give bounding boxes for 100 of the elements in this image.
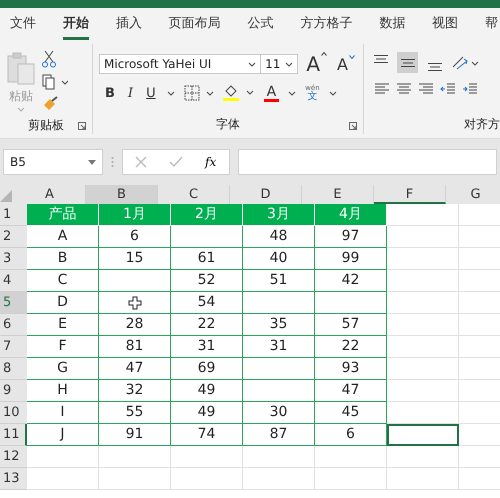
grid-cell — [99, 446, 171, 468]
row-header[interactable]: 8 — [0, 358, 27, 380]
table-cell: 97 — [315, 226, 387, 248]
table-cell: 93 — [315, 358, 387, 380]
caret-icon — [288, 90, 296, 96]
grid-cell — [315, 446, 387, 468]
row-header[interactable]: 1 — [0, 204, 27, 226]
menu-tab[interactable]: 帮 — [485, 8, 498, 40]
row-header[interactable]: 2 — [0, 226, 27, 248]
scissors-icon[interactable] — [42, 50, 56, 68]
name-box[interactable]: B5 — [3, 149, 103, 175]
table-cell: 61 — [171, 248, 243, 270]
formula-input[interactable] — [238, 149, 497, 175]
table-cell: 22 — [315, 336, 387, 358]
table-cell: 49 — [171, 402, 243, 424]
table-cell — [315, 292, 387, 314]
grid-cell — [387, 270, 459, 292]
borders-icon[interactable] — [184, 85, 214, 101]
grid-cell — [387, 336, 459, 358]
column-header[interactable]: G — [446, 185, 500, 204]
table-cell: J — [27, 424, 99, 446]
caret-down-icon — [349, 54, 355, 58]
table-cell: I — [27, 402, 99, 424]
row-header[interactable]: 6 — [0, 314, 27, 336]
cursor-icon — [128, 296, 142, 310]
table-cell: C — [27, 270, 99, 292]
table-cell: 42 — [315, 270, 387, 292]
table-cell: 52 — [171, 270, 243, 292]
font-name-field[interactable]: Microsoft YaHei UI — [99, 54, 262, 74]
row-header[interactable]: 13 — [0, 468, 27, 490]
table-cell: 48 — [243, 226, 315, 248]
grid-cell — [243, 468, 315, 490]
row-header[interactable]: 9 — [0, 380, 27, 402]
table-cell: D — [27, 292, 99, 314]
table-cell: 69 — [171, 358, 243, 380]
table-cell: 40 — [243, 248, 315, 270]
header-cell: 2月 — [171, 204, 243, 226]
header-cell: 产品 — [27, 204, 99, 226]
grid-cell — [387, 380, 459, 402]
menu-tab[interactable]: 数据 — [379, 8, 406, 40]
table-cell: 57 — [315, 314, 387, 336]
row-header[interactable]: 4 — [0, 270, 27, 292]
group-label: 剪贴板 — [28, 116, 64, 134]
grid-cell — [387, 292, 459, 314]
insert-function-button[interactable]: fx — [205, 155, 216, 169]
grow-font-button[interactable]: A — [304, 52, 330, 76]
row-header[interactable]: 7 — [0, 336, 27, 358]
format-painter-icon[interactable] — [42, 96, 58, 112]
caret-icon — [248, 62, 256, 66]
caret-icon — [285, 62, 294, 66]
orientation-icon[interactable] — [451, 54, 479, 70]
grid-cell — [27, 468, 99, 490]
table-cell: 31 — [171, 336, 243, 358]
row-header[interactable]: 11 — [0, 424, 27, 446]
table-cell: B — [27, 248, 99, 270]
menu-tab[interactable]: 插入 — [116, 8, 142, 40]
grid-cell — [387, 314, 459, 336]
row-header[interactable]: 10 — [0, 402, 27, 424]
table-cell — [243, 292, 315, 314]
fill-color-icon[interactable] — [222, 84, 255, 102]
table-cell: 81 — [99, 336, 171, 358]
grid-cell — [171, 468, 243, 490]
table-cell: 32 — [99, 380, 171, 402]
menu-tab[interactable]: 方方格子 — [300, 8, 352, 40]
table-cell: 22 — [171, 314, 243, 336]
table-cell: 35 — [243, 314, 315, 336]
bold-button[interactable]: B — [103, 86, 117, 100]
underline-button[interactable]: U — [144, 86, 158, 100]
column-header[interactable]: B — [86, 185, 158, 204]
group-label: 字体 — [216, 116, 240, 132]
menu-tab[interactable]: 公式 — [248, 8, 274, 40]
table-cell: 55 — [99, 402, 171, 424]
grid-cell — [387, 446, 459, 468]
check-icon[interactable] — [169, 156, 183, 168]
shrink-font-button[interactable]: A — [335, 54, 357, 74]
italic-button[interactable]: I — [126, 86, 136, 100]
font-size-field[interactable]: 11 — [260, 54, 298, 74]
font-color-button[interactable]: A — [264, 84, 280, 102]
group-label: 对齐方 — [464, 116, 500, 132]
row-header[interactable]: 12 — [0, 446, 27, 468]
menu-tab[interactable]: 文件 — [10, 8, 36, 40]
row-header[interactable]: 5 — [0, 292, 27, 314]
table-cell: 28 — [99, 314, 171, 336]
table-cell: 91 — [99, 424, 171, 446]
copy-icon[interactable] — [42, 74, 68, 90]
row-header[interactable]: 3 — [0, 248, 27, 270]
table-cell: H — [27, 380, 99, 402]
grid-cell — [387, 402, 459, 424]
dialog-launcher-icon[interactable] — [349, 122, 357, 130]
table-cell: 49 — [171, 380, 243, 402]
align-button[interactable] — [397, 52, 418, 73]
menu-tab[interactable]: 视图 — [432, 8, 458, 40]
table-cell: 45 — [315, 402, 387, 424]
header-cell: 1月 — [99, 204, 171, 226]
align-bottom-icon — [428, 62, 442, 70]
menu-tab[interactable]: 页面布局 — [168, 8, 221, 40]
align-top-icon — [374, 54, 388, 62]
align-middle-icon — [400, 58, 414, 66]
dialog-launcher-icon[interactable] — [78, 122, 86, 130]
table-cell — [243, 380, 315, 402]
